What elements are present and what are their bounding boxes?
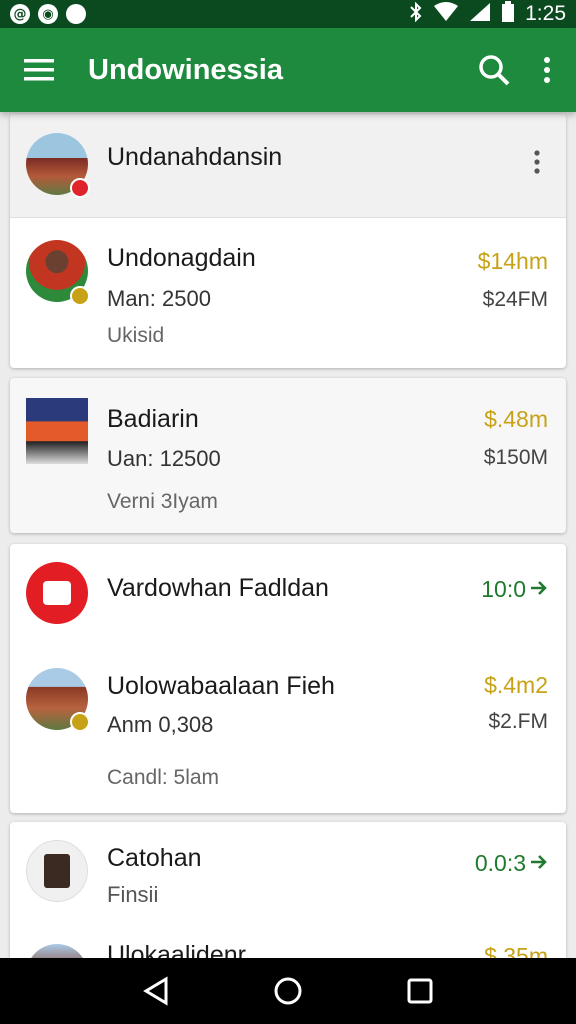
item-thumbnail: [26, 398, 88, 464]
card: Vardowhan Fadldan 10:0 Uolowabaalaan Fie…: [10, 544, 566, 813]
item-subtitle: Anm 0,308: [107, 712, 214, 737]
item-secondary-price: $24FM: [482, 288, 548, 311]
item-subtitle: Man: 2500: [107, 286, 211, 311]
recents-button[interactable]: [390, 961, 450, 1021]
item-price: $14hm: [477, 248, 548, 274]
item-detail: Candl: 5lam: [107, 766, 220, 789]
item-title: Badiarin: [107, 405, 199, 433]
item-secondary-price: $150M: [483, 446, 548, 469]
list-item[interactable]: Catohan Finsii 0.0:3: [10, 822, 566, 932]
back-button[interactable]: [126, 961, 186, 1021]
home-button[interactable]: [258, 961, 318, 1021]
item-thumbnail: [26, 840, 88, 902]
list-item[interactable]: Uolowabaalaan Fieh Anm 0,308 Candl: 5lam…: [10, 652, 566, 813]
app-notification-icon: ◉: [38, 4, 58, 24]
back-icon: [143, 976, 168, 1006]
arrow-right-icon: [531, 581, 547, 595]
app-notification-icon: @: [10, 4, 30, 24]
item-title: Uolowabaalaan Fieh: [107, 672, 335, 700]
card: Undanahdansin Undonagdain Man: 2500 Ukis…: [10, 114, 566, 368]
item-title: Vardowhan Fadldan: [107, 574, 329, 602]
more-vert-icon: [534, 150, 540, 174]
search-button[interactable]: [466, 42, 522, 98]
bluetooth-icon: [409, 1, 423, 27]
item-secondary-price: $2.FM: [488, 710, 548, 733]
card: Catohan Finsii 0.0:3 Ulokaalidenr $.35m: [10, 822, 566, 972]
header-item[interactable]: Undanahdansin: [10, 114, 566, 218]
item-price: $.48m: [484, 406, 548, 432]
status-badge: [70, 178, 90, 198]
battery-icon: [501, 0, 515, 28]
menu-icon: [24, 59, 54, 81]
search-icon: [479, 55, 510, 86]
app-bar: Undowinessia: [0, 28, 576, 112]
wifi-icon: [433, 1, 459, 27]
recents-icon: [407, 978, 433, 1004]
status-badge: [70, 712, 90, 732]
item-detail: Ukisid: [107, 324, 165, 347]
navigation-bar: [0, 958, 576, 1024]
more-options-button[interactable]: [522, 42, 572, 98]
app-notification-icon: [66, 4, 86, 24]
status-badge: [70, 286, 90, 306]
item-detail: Verni 3Iyam: [107, 490, 218, 513]
item-more-button[interactable]: [534, 150, 540, 178]
item-price: 10:0: [481, 576, 526, 602]
app-logo-icon: [26, 562, 88, 624]
item-price: $.4m2: [484, 672, 548, 698]
item-subtitle: Uan: 12500: [107, 446, 221, 471]
app-title: Undowinessia: [88, 53, 283, 86]
item-title: Undonagdain: [107, 244, 256, 272]
item-price: 0.0:3: [474, 850, 526, 876]
signal-icon: [469, 2, 491, 27]
list-item[interactable]: Vardowhan Fadldan 10:0: [10, 544, 566, 644]
item-title: Catohan: [107, 844, 202, 872]
menu-button[interactable]: [11, 42, 67, 98]
home-icon: [274, 977, 302, 1005]
item-subtitle: Finsii: [107, 882, 159, 907]
more-vert-icon: [544, 57, 550, 83]
list-item[interactable]: Undonagdain Man: 2500 Ukisid $14hm $24FM: [10, 218, 566, 368]
card: Badiarin Uan: 12500 Verni 3Iyam $.48m $1…: [10, 378, 566, 533]
status-time: 1:25: [525, 2, 566, 25]
arrow-right-icon: [531, 855, 547, 869]
header-title: Undanahdansin: [107, 143, 283, 171]
status-bar: @ ◉ 1:25: [0, 0, 576, 28]
list-item[interactable]: Badiarin Uan: 12500 Verni 3Iyam $.48m $1…: [10, 378, 566, 533]
